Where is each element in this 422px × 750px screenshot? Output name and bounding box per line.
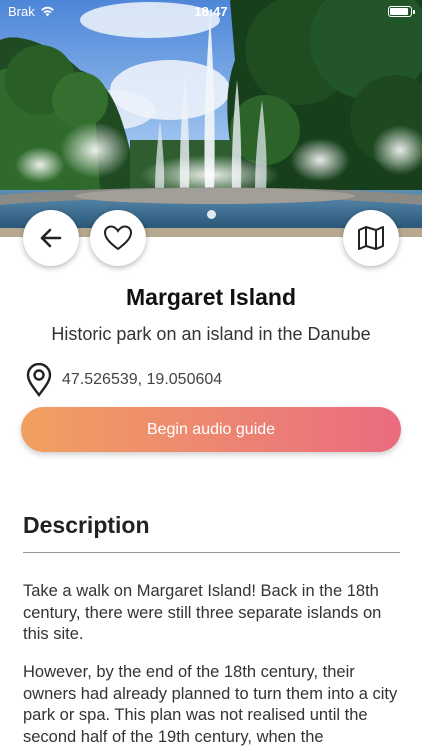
audio-button-label: Begin audio guide xyxy=(146,420,276,438)
location-pin-icon xyxy=(26,363,52,397)
divider xyxy=(23,552,400,553)
heart-icon xyxy=(103,225,133,251)
favorite-button[interactable] xyxy=(90,210,146,266)
arrow-left-icon xyxy=(40,228,62,248)
begin-audio-guide-button[interactable]: Begin audio guide xyxy=(21,407,401,452)
description-paragraph: Take a walk on Margaret Island! Back in … xyxy=(23,582,382,643)
coordinates-row[interactable]: 47.526539, 19.050604 xyxy=(24,363,222,397)
coordinates-text: 47.526539, 19.050604 xyxy=(62,371,223,388)
status-bar: Brak 18:47 xyxy=(0,0,422,24)
description-heading: Description xyxy=(23,512,150,538)
back-button[interactable] xyxy=(23,210,79,266)
place-title: Margaret Island xyxy=(126,284,296,310)
hero-image[interactable]: Brak 18:47 xyxy=(0,0,422,237)
description-paragraph: However, by the end of the 18th century,… xyxy=(23,663,398,746)
page-dot-active xyxy=(206,210,216,219)
map-button[interactable] xyxy=(343,210,399,266)
battery-icon xyxy=(388,6,415,17)
map-icon xyxy=(358,226,384,250)
fountain-photo xyxy=(0,0,422,237)
place-subtitle: Historic park on an island in the Danube xyxy=(51,324,371,344)
status-time: 18:47 xyxy=(194,4,228,19)
